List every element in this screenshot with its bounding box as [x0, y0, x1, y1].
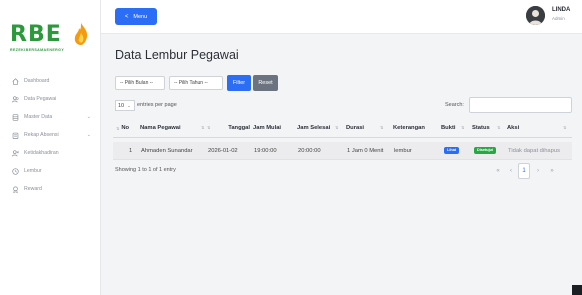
user-x-icon — [12, 149, 19, 156]
user-role: Admin — [552, 16, 565, 21]
chevron-down-icon: ⌄ — [86, 114, 91, 120]
sort-icon: ⇅ — [461, 125, 465, 130]
sidebar-item-reward[interactable]: Reward — [0, 180, 101, 198]
sidebar-item-label: Ketidakhadiran — [24, 150, 59, 156]
database-icon — [12, 113, 19, 121]
column-header-label: Jam Selesai — [297, 125, 331, 131]
corner-widget — [572, 285, 582, 295]
sort-icon: ⇅ — [497, 125, 501, 130]
year-select-value: -- Pilih Tahun -- — [174, 80, 208, 86]
reset-button[interactable]: Reset — [253, 75, 278, 91]
column-header-bukti[interactable]: Bukti ⇅ — [441, 119, 467, 137]
chevron-left-icon: < — [124, 13, 129, 20]
column-header-label: Keterangan — [393, 125, 425, 131]
award-icon — [13, 185, 18, 193]
year-select[interactable]: -- Pilih Tahun -- — [169, 76, 223, 90]
cell-bukti: Lihat — [444, 142, 460, 159]
pagination-last[interactable]: » — [547, 163, 557, 179]
cell-no: 1 — [129, 147, 133, 154]
sidebar-item-label: Master Data — [24, 114, 53, 120]
sidebar-item-label: Lembur — [24, 168, 42, 174]
user-avatar-icon — [526, 6, 545, 25]
sidebar-item-label: Dashboard — [24, 78, 50, 84]
cell-tanggal: 2026-01-02 — [208, 147, 238, 154]
page-length-value: 10 — [118, 102, 125, 109]
column-header-tanggal[interactable]: ⇅ Tanggal — [205, 119, 250, 137]
sidebar-item-master-data[interactable]: Master Data ⌄ — [0, 108, 101, 126]
month-select-value: -- Pilih Bulan -- — [120, 80, 154, 86]
topbar: < Menu LINDA Admin — [101, 0, 582, 34]
page-title: Data Lembur Pegawai — [115, 48, 239, 62]
sidebar-item-label: Rekap Absensi — [24, 132, 59, 138]
column-header-label: Aksi — [507, 125, 520, 131]
cell-keterangan: lembur — [394, 147, 412, 154]
sidebar-item-dashboard[interactable]: Dashboard — [0, 72, 101, 90]
column-header-label: Tanggal — [228, 125, 250, 131]
sort-icon: ⇅ — [207, 125, 211, 130]
status-badge: Disetujui — [474, 147, 497, 154]
page-length-label: entries per page — [137, 102, 177, 108]
sidebar-item-lembur[interactable]: Lembur — [0, 162, 101, 180]
sort-icon: ⇅ — [335, 125, 339, 130]
pagination-page-1[interactable]: 1 — [518, 163, 530, 179]
chevron-down-icon: ⌄ — [127, 102, 131, 108]
logo-text: RBE — [10, 22, 62, 47]
cell-jam-mulai: 19:00:00 — [254, 147, 277, 154]
column-header-keterangan[interactable]: Keterangan — [393, 119, 437, 137]
sort-icon: ⇅ — [563, 125, 567, 130]
sidebar-item-label: Reward — [24, 186, 42, 192]
view-proof-button[interactable]: Lihat — [444, 147, 460, 154]
avatar[interactable] — [526, 6, 545, 25]
home-icon — [12, 77, 19, 85]
sidebar-item-label: Data Pegawai — [24, 96, 57, 102]
column-header-jam-mulai[interactable]: Jam Mulai — [253, 119, 289, 137]
cell-nama-pegawai: Ahmaden Sunandar — [141, 147, 193, 154]
table-info: Showing 1 to 1 of 1 entry — [115, 167, 176, 173]
menu-button-label: Menu — [133, 13, 148, 20]
column-header-label: Jam Mulai — [253, 125, 282, 131]
column-header-aksi[interactable]: Aksi ⇅ — [507, 119, 569, 137]
sidebar-nav: Dashboard Data Pegawai Master Data ⌄ Rek… — [0, 72, 101, 198]
column-header-label: Durasi — [346, 125, 365, 131]
page-length-select[interactable]: 10 ⌄ — [115, 100, 135, 111]
column-header-nama-pegawai[interactable]: Nama Pegawai ⇅ — [140, 119, 210, 137]
menu-button[interactable]: < Menu — [115, 8, 157, 25]
brand-logo[interactable]: RBE REZEKIBERSAMAENERGY — [10, 22, 92, 52]
cell-jam-selesai: 20:00:00 — [298, 147, 321, 154]
user-name: LINDA — [552, 7, 571, 13]
column-header-label: Bukti — [441, 125, 456, 131]
search-label: Search: — [445, 102, 464, 108]
logo-subtitle: REZEKIBERSAMAENERGY — [10, 48, 65, 52]
users-icon — [12, 95, 19, 102]
sort-icon: ⇅ — [116, 125, 120, 131]
column-header-label: Status — [472, 125, 490, 131]
cell-durasi: 1 Jam 0 Menit — [347, 147, 384, 154]
column-header-label: Nama Pegawai — [140, 125, 181, 131]
clock-icon — [12, 167, 19, 175]
column-header-jam-selesai[interactable]: Jam Selesai ⇅ — [297, 119, 342, 137]
search-input[interactable] — [469, 97, 572, 113]
sidebar-item-rekap-absensi[interactable]: Rekap Absensi ⌄ — [0, 126, 101, 144]
clipboard-icon — [12, 132, 19, 139]
sort-icon: ⇅ — [201, 125, 205, 130]
cell-status: Disetujui — [474, 142, 497, 159]
filter-button[interactable]: Filter — [227, 75, 251, 91]
pagination-first[interactable]: « — [493, 163, 503, 179]
column-header-durasi[interactable]: Durasi ⇅ — [346, 119, 386, 137]
column-header-status[interactable]: Status ⇅ — [472, 119, 502, 137]
column-header-no[interactable]: ⇅ No — [116, 119, 136, 137]
month-select[interactable]: -- Pilih Bulan -- — [115, 76, 165, 90]
sort-icon: ⇅ — [380, 125, 384, 130]
pagination-next[interactable]: › — [533, 163, 543, 179]
sidebar-item-data-pegawai[interactable]: Data Pegawai — [0, 90, 101, 108]
chevron-down-icon: ⌄ — [86, 132, 91, 138]
flame-icon — [74, 23, 88, 45]
table-header: ⇅ No Nama Pegawai ⇅ ⇅ Tanggal Jam Mulai … — [113, 119, 572, 138]
sidebar: RBE REZEKIBERSAMAENERGY Dashboard Data P… — [0, 0, 101, 295]
table-row: 1 Ahmaden Sunandar 2026-01-02 19:00:00 2… — [113, 142, 572, 160]
sidebar-item-ketidakhadiran[interactable]: Ketidakhadiran — [0, 144, 101, 162]
cell-aksi: Tidak dapat dihapus — [508, 147, 560, 154]
column-header-label: No — [121, 125, 130, 131]
pagination-prev[interactable]: ‹ — [506, 163, 516, 179]
